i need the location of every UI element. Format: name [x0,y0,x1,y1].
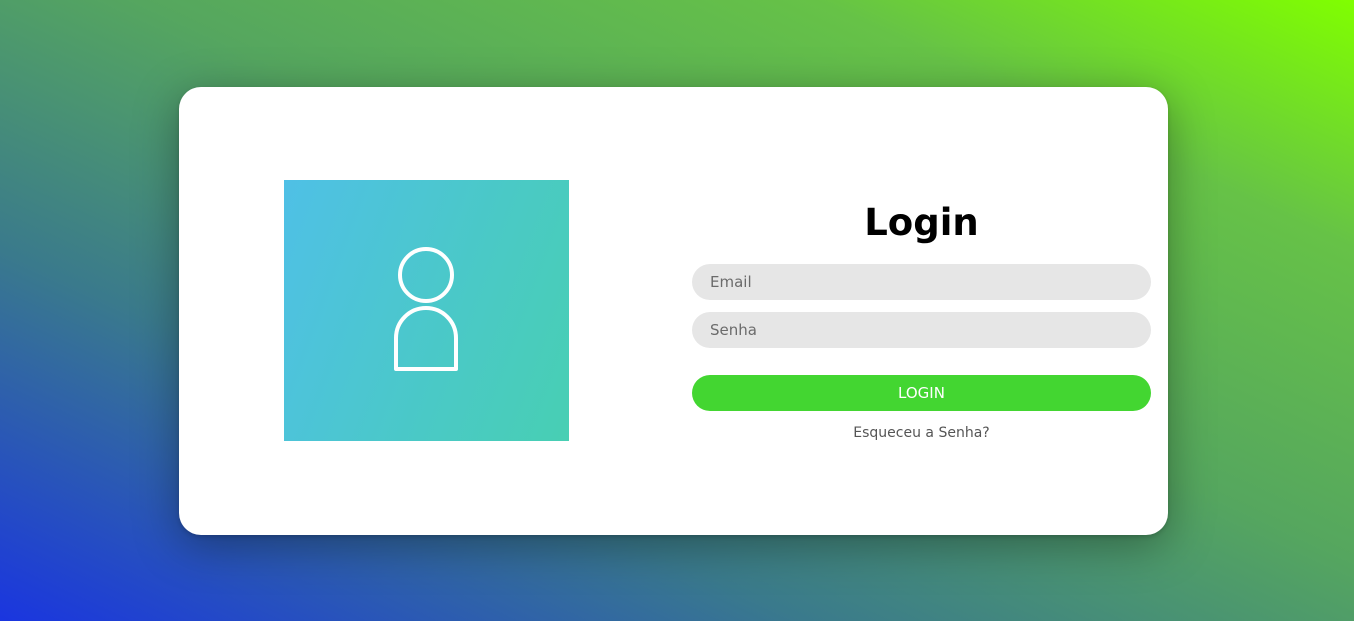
avatar-panel [284,180,569,441]
user-icon [394,247,458,371]
email-field[interactable] [692,264,1151,300]
login-card: Login LOGIN Esqueceu a Senha? [179,87,1168,535]
password-field[interactable] [692,312,1151,348]
login-button[interactable]: LOGIN [692,375,1151,411]
title-wrap: Login [692,197,1151,243]
forgot-password-link[interactable]: Esqueceu a Senha? [692,425,1151,441]
page-title: Login [864,201,979,244]
